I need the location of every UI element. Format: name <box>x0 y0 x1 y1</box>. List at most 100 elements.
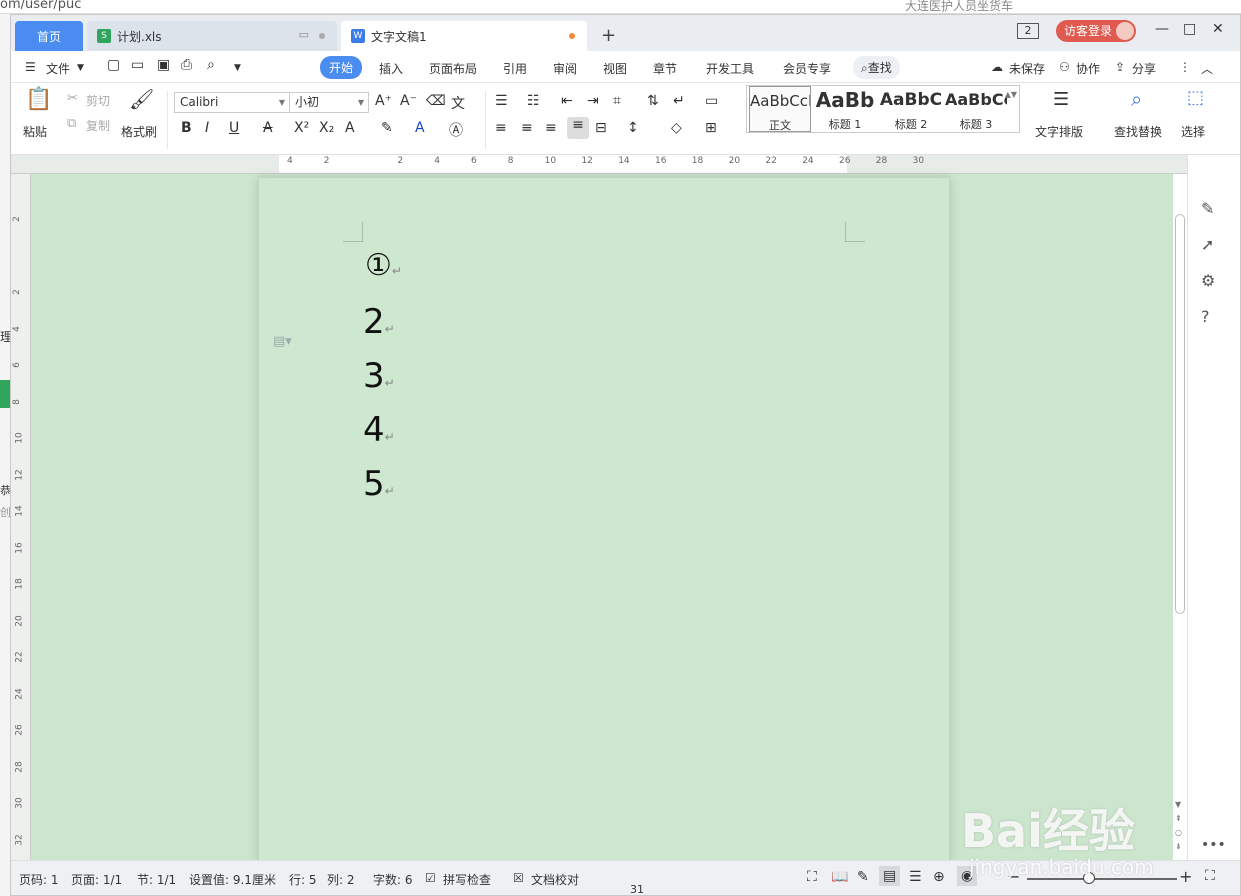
style-normal[interactable]: AaBbCcI 正文 <box>749 86 811 132</box>
increase-indent-icon[interactable]: ⇥ <box>587 93 599 109</box>
line-spacing-icon[interactable]: ↕ <box>627 120 639 136</box>
share-button[interactable]: 分享 <box>1132 60 1156 77</box>
subscript-icon[interactable]: X₂ <box>319 120 334 136</box>
close-button[interactable]: ✕ <box>1212 21 1224 37</box>
outline-view-icon[interactable]: ☰ <box>909 869 922 885</box>
minimize-button[interactable]: — <box>1155 21 1169 37</box>
copy-icon[interactable]: ⧉ <box>67 116 76 131</box>
document-line[interactable]: 2↵ <box>363 302 395 349</box>
tab-document[interactable]: W 文字文稿1 <box>341 21 587 51</box>
status-word-count[interactable]: 字数: 6 <box>373 871 413 888</box>
style-heading-3[interactable]: AaBbCc 标题 3 <box>945 86 1007 132</box>
status-section[interactable]: 节: 1/1 <box>137 871 176 888</box>
proof-button[interactable]: 文档校对 <box>531 871 579 888</box>
tab-home[interactable]: 首页 <box>15 21 83 51</box>
bold-icon[interactable]: B <box>181 120 192 136</box>
decrease-font-icon[interactable]: A⁻ <box>400 93 417 109</box>
show-hide-icon[interactable]: ↵ <box>673 93 685 109</box>
sort-icon[interactable]: ⇅ <box>647 93 659 109</box>
status-page-num[interactable]: 页码: 1 <box>19 871 59 888</box>
fit-page-icon[interactable]: ⛶ <box>1205 868 1215 884</box>
guest-login-button[interactable]: 访客登录 <box>1056 20 1136 42</box>
cloud-icon[interactable]: ☁ <box>991 60 1003 74</box>
style-heading-2[interactable]: AaBbC 标题 2 <box>879 86 943 132</box>
status-col[interactable]: 列: 2 <box>327 871 355 888</box>
menu-review[interactable]: 审阅 <box>553 60 577 77</box>
scrollbar-thumb[interactable] <box>1175 214 1185 614</box>
find-replace-button[interactable]: 查找替换 <box>1114 123 1162 140</box>
format-painter-icon[interactable]: 🖌 <box>129 87 154 111</box>
format-painter-button[interactable]: 格式刷 <box>121 123 157 140</box>
style-heading-1[interactable]: AaBb 标题 1 <box>813 86 877 132</box>
justify-icon[interactable]: ≡ <box>567 117 589 139</box>
settings-sliders-icon[interactable]: ⚙ <box>1201 271 1215 290</box>
document-line[interactable]: 5↵ <box>363 464 395 511</box>
paste-icon[interactable]: 📋 <box>25 87 52 112</box>
menu-home[interactable]: 开始 <box>320 56 363 79</box>
menu-developer[interactable]: 开发工具 <box>706 60 754 77</box>
align-right-icon[interactable]: ≡ <box>545 120 557 136</box>
monitor-icon[interactable]: ▭ <box>299 28 309 41</box>
font-size-select[interactable]: 小初 ▼ <box>289 92 369 113</box>
scissors-icon[interactable]: ✂ <box>67 91 78 106</box>
more-icon[interactable]: ••• <box>1201 837 1226 853</box>
borders-icon[interactable]: ⊞ <box>705 120 717 136</box>
menu-view[interactable]: 视图 <box>603 60 627 77</box>
font-name-select[interactable]: Calibri ▼ <box>174 92 290 113</box>
strikethrough-icon[interactable]: A <box>263 120 273 136</box>
paste-options-icon[interactable]: ▤▾ <box>273 334 292 349</box>
copy-button[interactable]: 复制 <box>86 117 110 134</box>
help-icon[interactable]: ? <box>1201 307 1210 326</box>
bullet-list-icon[interactable]: ☰ <box>495 93 508 109</box>
find-icon[interactable]: ⌕ <box>1131 87 1142 111</box>
quick-access-chevron-icon[interactable]: ▼ <box>234 63 241 73</box>
menu-page-layout[interactable]: 页面布局 <box>429 60 477 77</box>
select-icon[interactable]: ⬚ <box>1187 87 1204 108</box>
select-button[interactable]: 选择 <box>1181 123 1205 140</box>
save-icon[interactable]: ▣ <box>157 57 170 73</box>
shading-icon[interactable]: ◇ <box>671 120 682 136</box>
text-effect-icon[interactable]: A <box>345 120 355 136</box>
more-icon[interactable]: ⋮ <box>1179 60 1191 74</box>
maximize-button[interactable]: □ <box>1183 21 1196 37</box>
chevron-down-icon[interactable]: ▼ <box>77 63 84 73</box>
hamburger-icon[interactable]: ☰ <box>25 60 36 74</box>
status-row[interactable]: 行: 5 <box>289 871 317 888</box>
collab-button[interactable]: 协作 <box>1076 60 1100 77</box>
superscript-icon[interactable]: X² <box>294 120 309 136</box>
distributed-icon[interactable]: ⊟ <box>595 120 607 136</box>
char-border-icon[interactable]: Ⓐ <box>449 120 463 140</box>
text-layout-button[interactable]: 文字排版 <box>1035 123 1083 140</box>
browser-news-text[interactable]: 大连医护人员坐货车 <box>905 0 1013 13</box>
tab-spreadsheet[interactable]: S 计划.xls ▭ <box>87 21 337 51</box>
browser-url[interactable]: om/user/puc <box>0 0 81 12</box>
align-center-icon[interactable]: ≡ <box>521 120 533 136</box>
document-line[interactable]: 3↵ <box>363 356 395 403</box>
web-view-icon[interactable]: ⊕ <box>933 869 945 885</box>
spell-check-button[interactable]: 拼写检查 <box>443 871 491 888</box>
unsaved-button[interactable]: 未保存 <box>1009 60 1045 77</box>
collab-icon[interactable]: ⚇ <box>1059 60 1070 74</box>
document-line[interactable]: ①↵ <box>365 246 402 291</box>
phonetic-icon[interactable]: 文 <box>451 93 465 113</box>
spell-check-icon[interactable]: ☑ <box>425 871 436 885</box>
gallery-scroll-icon[interactable]: ▲▼ <box>1005 90 1017 99</box>
new-tab-button[interactable]: + <box>601 25 616 46</box>
font-color-icon[interactable]: A <box>415 120 425 136</box>
menu-file[interactable]: 文件 <box>46 60 70 77</box>
edit-icon[interactable]: ✎ <box>1201 199 1214 218</box>
text-layout-icon[interactable]: ☰ <box>1053 89 1069 110</box>
menu-member[interactable]: 会员专享 <box>783 60 831 77</box>
menu-chapter[interactable]: 章节 <box>653 60 677 77</box>
italic-icon[interactable]: I <box>205 120 209 136</box>
reading-mode-icon[interactable]: 📖 <box>831 869 848 885</box>
underline-icon[interactable]: U <box>229 120 239 136</box>
vertical-scrollbar[interactable]: ▼ ⇞ ○ ⇟ <box>1173 174 1187 860</box>
align-left-icon[interactable]: ≡ <box>495 120 507 136</box>
print-preview-icon[interactable]: ⌕ <box>207 57 215 73</box>
document-line[interactable]: 4↵ <box>363 410 395 457</box>
table-tools-icon[interactable]: ▭ <box>705 93 718 109</box>
zoom-in-button[interactable]: + <box>1179 867 1192 886</box>
new-doc-icon[interactable]: ▢ <box>107 57 120 73</box>
document-page[interactable]: ①↵ 2↵ 3↵ 4↵ 5↵ <box>259 178 949 864</box>
